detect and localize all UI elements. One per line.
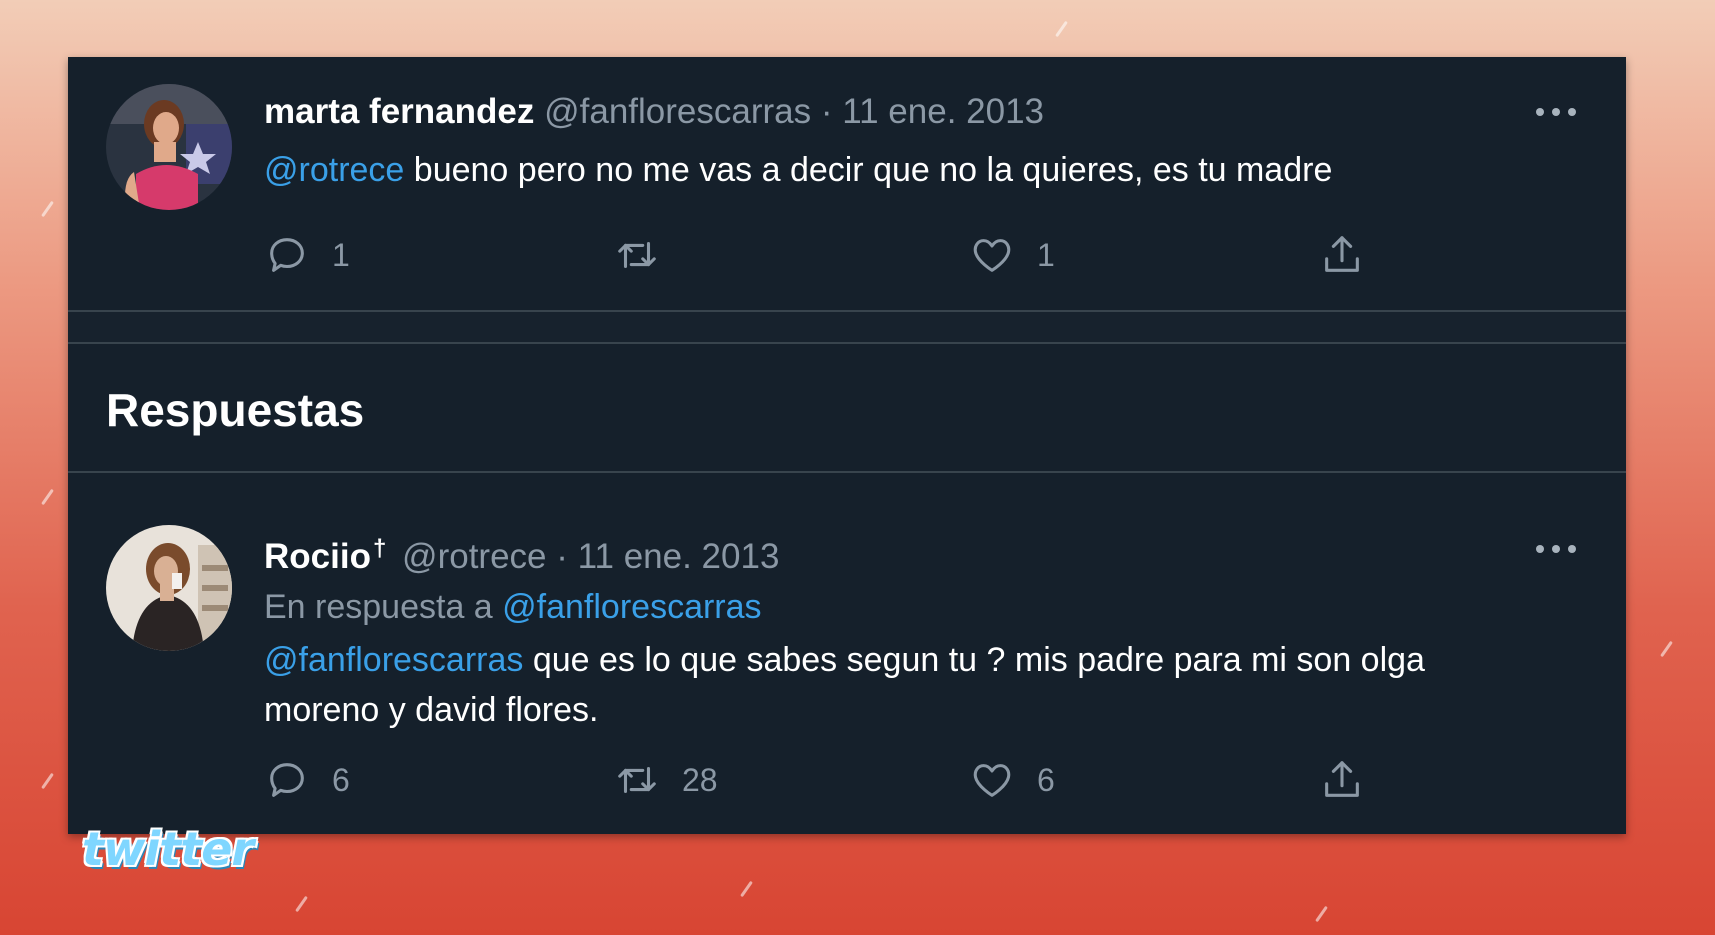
tweet-text: @fanflorescarras que es lo que sabes seg… <box>264 635 1514 735</box>
avatar[interactable] <box>106 84 232 210</box>
background-streak <box>41 772 54 790</box>
reply-button[interactable]: 1 <box>264 230 350 280</box>
replying-to: En respuesta a @fanflorescarras <box>264 587 762 627</box>
tweet-actions: 1 1 <box>264 230 1444 280</box>
handle[interactable]: @rotrece <box>402 537 546 576</box>
retweet-icon <box>618 766 656 794</box>
display-name[interactable]: marta fernandez <box>264 92 534 131</box>
display-name[interactable]: Rociio <box>264 537 371 576</box>
background-streak <box>41 200 54 218</box>
background-streak <box>41 488 54 506</box>
retweet-button[interactable]: 28 <box>614 755 718 805</box>
share-button[interactable] <box>1319 230 1365 280</box>
like-count: 6 <box>1037 761 1055 798</box>
more-options-icon[interactable] <box>1536 539 1576 559</box>
reply-count: 1 <box>332 236 350 273</box>
share-icon <box>1325 236 1359 272</box>
reply-icon <box>270 763 304 797</box>
like-button[interactable]: 1 <box>969 230 1055 280</box>
background-streak <box>740 880 753 898</box>
timestamp[interactable]: 11 ene. 2013 <box>842 92 1044 131</box>
tweet-actions: 6 28 6 <box>264 755 1444 805</box>
avatar[interactable] <box>106 525 232 651</box>
tweet-header: Rociio† @rotrece · 11 ene. 2013 <box>264 529 779 577</box>
reply-icon <box>270 238 304 272</box>
heart-icon <box>973 239 1011 272</box>
name-suffix: † <box>372 535 387 562</box>
tweet-header: marta fernandez @fanflorescarras · 11 en… <box>264 92 1044 132</box>
separator: · <box>556 537 568 576</box>
tweet-thread-panel: marta fernandez @fanflorescarras · 11 en… <box>68 57 1626 834</box>
heart-icon <box>973 764 1011 797</box>
divider <box>68 471 1626 473</box>
timestamp[interactable]: 11 ene. 2013 <box>578 537 780 576</box>
handle[interactable]: @fanflorescarras <box>544 92 811 131</box>
reply-count: 6 <box>332 761 350 798</box>
mention-link[interactable]: @rotrece <box>264 151 404 189</box>
like-count: 1 <box>1037 236 1055 273</box>
retweet-button[interactable] <box>614 230 682 280</box>
reply-tweet[interactable]: Rociio† @rotrece · 11 ene. 2013 En respu… <box>68 477 1626 834</box>
replying-to-link[interactable]: @fanflorescarras <box>502 588 761 626</box>
background-streak <box>1660 640 1673 658</box>
retweet-icon <box>618 241 656 269</box>
replying-prefix: En respuesta a <box>264 588 493 626</box>
mention-link[interactable]: @fanflorescarras <box>264 641 523 679</box>
reply-button[interactable]: 6 <box>264 755 350 805</box>
replies-heading: Respuestas <box>106 384 365 436</box>
tweet-body: bueno pero no me vas a decir que no la q… <box>413 151 1333 189</box>
background-streak <box>295 895 308 913</box>
background-streak <box>1315 905 1328 923</box>
share-icon <box>1325 761 1359 797</box>
separator: · <box>820 92 833 131</box>
retweet-count: 28 <box>682 761 718 798</box>
background-streak <box>1055 20 1068 38</box>
more-options-icon[interactable] <box>1536 102 1576 122</box>
main-tweet[interactable]: marta fernandez @fanflorescarras · 11 en… <box>68 57 1626 310</box>
like-button[interactable]: 6 <box>969 755 1055 805</box>
twitter-logo: twitter <box>82 822 254 876</box>
tweet-text: @rotrece bueno pero no me vas a decir qu… <box>264 145 1332 195</box>
share-button[interactable] <box>1319 755 1365 805</box>
section-divider <box>68 310 1626 344</box>
